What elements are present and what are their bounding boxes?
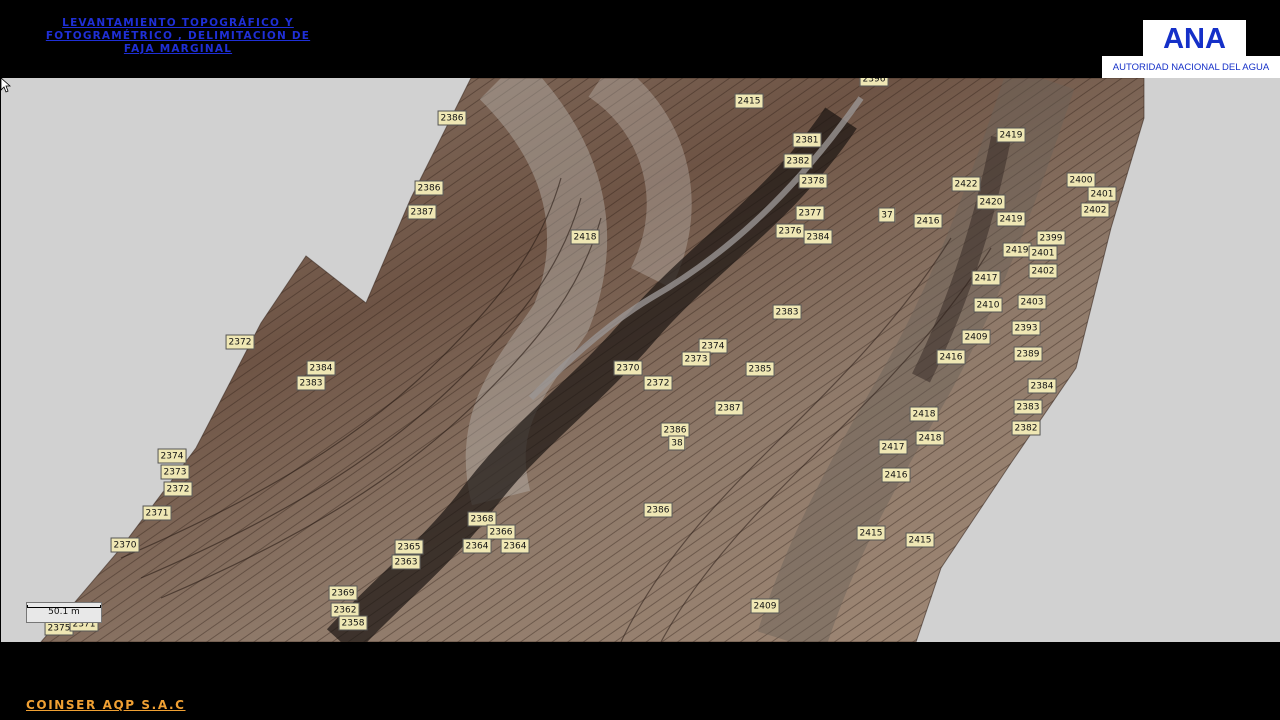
elevation-label: 2393 <box>1011 320 1041 336</box>
elevation-label: 37 <box>878 207 896 223</box>
ana-logo: ANA AUTORIDAD NACIONAL DEL AGUA <box>1102 20 1280 80</box>
elevation-label: 2382 <box>1011 420 1041 436</box>
elevation-label: 2419 <box>1002 242 1032 258</box>
elevation-label: 2364 <box>462 538 492 554</box>
elevation-label: 2370 <box>613 360 643 376</box>
elevation-label: 2416 <box>936 349 966 365</box>
elevation-label: 2402 <box>1028 263 1058 279</box>
elevation-label: 2418 <box>570 229 600 245</box>
mouse-cursor-icon <box>1 78 11 93</box>
elevation-label: 2386 <box>414 180 444 196</box>
elevation-label: 2374 <box>157 448 187 464</box>
elevation-label: 2378 <box>798 173 828 189</box>
elevation-label: 2386 <box>643 502 673 518</box>
elevation-label: 2364 <box>500 538 530 554</box>
elevation-label: 2386 <box>437 110 467 126</box>
elevation-label: 2416 <box>913 213 943 229</box>
elevation-label: 2419 <box>996 127 1026 143</box>
elevation-label: 2422 <box>951 176 981 192</box>
elevation-label: 2372 <box>225 334 255 350</box>
elevation-label: 2409 <box>750 598 780 614</box>
elevation-label: 2384 <box>306 360 336 376</box>
elevation-label: 2373 <box>681 351 711 367</box>
elevation-label: 2419 <box>996 211 1026 227</box>
elevation-label: 2387 <box>407 204 437 220</box>
elevation-label: 38 <box>668 435 686 451</box>
elevation-label: 2415 <box>856 525 886 541</box>
elevation-label: 2363 <box>391 554 421 570</box>
elevation-label: 2415 <box>905 532 935 548</box>
elevation-label: 2376 <box>775 223 805 239</box>
elevation-label: 2365 <box>394 539 424 555</box>
elevation-label: 2417 <box>878 439 908 455</box>
elevation-label: 2410 <box>973 297 1003 313</box>
elevation-label: 2383 <box>1013 399 1043 415</box>
elevation-label: 2384 <box>1027 378 1057 394</box>
elevation-label: 2409 <box>961 329 991 345</box>
header-bar: LEVANTAMIENTO TOPOGRÁFICO Y FOTOGRAMÉTRI… <box>0 0 1280 80</box>
elevation-label: 2366 <box>486 524 516 540</box>
elevation-label: 2377 <box>795 205 825 221</box>
elevation-label: 2415 <box>734 93 764 109</box>
elevation-label: 2418 <box>915 430 945 446</box>
logo-subtitle: AUTORIDAD NACIONAL DEL AGUA <box>1102 56 1280 80</box>
elevation-label: 2420 <box>976 194 1006 210</box>
topographic-map[interactable]: 2386 2415 2396 2381 2382 2378 2377 2376 … <box>1 78 1280 642</box>
elevation-label: 2358 <box>338 615 368 631</box>
elevation-label: 2418 <box>909 406 939 422</box>
logo-text: ANA <box>1143 20 1246 56</box>
footer-bar: COINSER AQP S.A.C <box>0 642 1280 720</box>
elevation-label: 2402 <box>1080 202 1110 218</box>
elevation-label: 2401 <box>1087 186 1117 202</box>
scale-bar: 50.1 m <box>26 602 102 623</box>
elevation-label: 2381 <box>792 132 822 148</box>
elevation-label: 2370 <box>110 537 140 553</box>
elevation-label: 2372 <box>643 375 673 391</box>
company-name[interactable]: COINSER AQP S.A.C <box>26 698 186 712</box>
elevation-label: 2384 <box>803 229 833 245</box>
elevation-label: 2383 <box>772 304 802 320</box>
elevation-label: 2387 <box>714 400 744 416</box>
elevation-label: 2383 <box>296 375 326 391</box>
elevation-label: 2417 <box>971 270 1001 286</box>
elevation-label: 2416 <box>881 467 911 483</box>
elevation-label: 2372 <box>163 481 193 497</box>
elevation-label: 2400 <box>1066 172 1096 188</box>
elevation-label: 2373 <box>160 464 190 480</box>
elevation-label: 2399 <box>1036 230 1066 246</box>
project-title[interactable]: LEVANTAMIENTO TOPOGRÁFICO Y FOTOGRAMÉTRI… <box>28 17 328 56</box>
elevation-label: 2382 <box>783 153 813 169</box>
elevation-label: 2403 <box>1017 294 1047 310</box>
elevation-label: 2369 <box>328 585 358 601</box>
elevation-label: 2371 <box>142 505 172 521</box>
elevation-label: 2401 <box>1028 245 1058 261</box>
elevation-label: 2389 <box>1013 346 1043 362</box>
elevation-label: 2396 <box>859 78 889 87</box>
elevation-label: 2385 <box>745 361 775 377</box>
